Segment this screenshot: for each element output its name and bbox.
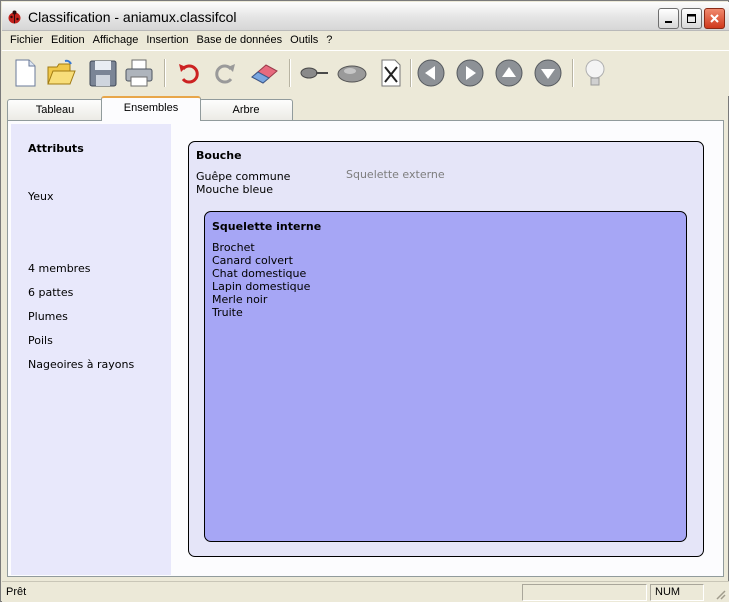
undo-button[interactable] <box>172 55 206 91</box>
set-member[interactable]: Guêpe commune <box>196 170 290 183</box>
eraser-icon <box>251 64 278 84</box>
set-member[interactable]: Lapin domestique <box>212 280 310 293</box>
tab-arbre[interactable]: Arbre <box>199 99 293 120</box>
arrow-up-icon <box>495 59 523 87</box>
undo-icon <box>179 64 199 84</box>
menu-base-de-donnees[interactable]: Base de données <box>193 31 287 50</box>
set-member[interactable]: Truite <box>212 306 243 319</box>
menu-fichier[interactable]: Fichier <box>6 31 47 50</box>
toolbar <box>2 50 729 96</box>
menu-edition[interactable]: Edition <box>47 31 89 50</box>
set-member[interactable]: Brochet <box>212 241 255 254</box>
pin-icon <box>300 67 328 79</box>
new-button[interactable] <box>8 55 42 91</box>
open-folder-icon <box>47 59 76 85</box>
new-document-icon <box>15 59 36 87</box>
stone-icon <box>337 65 367 83</box>
attribute-6-pattes[interactable]: 6 pattes <box>28 286 73 299</box>
menu-affichage[interactable]: Affichage <box>89 31 143 50</box>
status-num-indicator: NUM <box>650 584 704 601</box>
save-button[interactable] <box>86 55 120 91</box>
attribute-nageoires[interactable]: Nageoires à rayons <box>28 358 134 371</box>
set-member[interactable]: Merle noir <box>212 293 267 306</box>
toolbar-separator <box>164 59 166 87</box>
arrow-down-button[interactable] <box>531 55 565 91</box>
toolbar-separator <box>572 59 574 87</box>
minimize-icon <box>665 21 672 23</box>
application-window: Classification - aniamux.classifcol Fich… <box>0 0 729 602</box>
set-bouche-title: Bouche <box>196 149 242 162</box>
redo-button[interactable] <box>208 55 242 91</box>
arrow-left-icon <box>417 59 445 87</box>
tab-tableau[interactable]: Tableau <box>7 99 103 120</box>
arrow-up-button[interactable] <box>492 55 526 91</box>
status-pane-empty <box>522 584 647 601</box>
arrow-right-icon <box>456 59 484 87</box>
arrow-down-icon <box>534 59 562 87</box>
status-bar: Prêt NUM <box>2 581 729 602</box>
set-member[interactable]: Mouche bleue <box>196 183 273 196</box>
tab-strip: Tableau Ensembles Arbre <box>2 96 729 121</box>
attribute-poils[interactable]: Poils <box>28 334 53 347</box>
title-bar[interactable]: Classification - aniamux.classifcol <box>2 2 729 31</box>
ladybug-app-icon <box>8 10 21 24</box>
delete-button[interactable] <box>374 55 408 91</box>
close-icon <box>710 14 719 23</box>
delete-x-icon <box>381 59 401 87</box>
print-button[interactable] <box>122 55 156 91</box>
set-squelette-interne-title: Squelette interne <box>212 220 322 233</box>
window-title: Classification - aniamux.classifcol <box>28 9 237 25</box>
tab-ensembles[interactable]: Ensembles <box>101 96 201 121</box>
ensembles-view: Attributs Yeux 4 membres 6 pattes Plumes… <box>7 120 724 577</box>
eraser-button[interactable] <box>247 55 281 91</box>
status-text: Prêt <box>6 586 27 598</box>
menu-insertion[interactable]: Insertion <box>142 31 192 50</box>
set-member[interactable]: Chat domestique <box>212 267 306 280</box>
attribute-yeux[interactable]: Yeux <box>28 190 54 203</box>
close-button[interactable] <box>704 8 725 29</box>
arrow-right-button[interactable] <box>453 55 487 91</box>
attributes-header: Attributs <box>28 142 84 155</box>
attributes-panel: Attributs Yeux 4 membres 6 pattes Plumes… <box>11 124 171 575</box>
arrow-left-button[interactable] <box>414 55 448 91</box>
lightbulb-button[interactable] <box>578 55 612 91</box>
maximize-button[interactable] <box>681 8 702 29</box>
print-icon <box>125 59 153 87</box>
maximize-icon <box>687 14 696 23</box>
pin-button[interactable] <box>297 55 331 91</box>
resize-grip-icon[interactable] <box>714 588 726 600</box>
toolbar-separator <box>410 59 412 87</box>
menu-outils[interactable]: Outils <box>286 31 322 50</box>
save-floppy-icon <box>89 60 117 87</box>
menu-help[interactable]: ? <box>322 31 336 50</box>
minimize-button[interactable] <box>658 8 679 29</box>
attribute-plumes[interactable]: Plumes <box>28 310 68 323</box>
redo-icon <box>215 64 235 84</box>
open-button[interactable] <box>44 55 78 91</box>
stone-button[interactable] <box>335 55 369 91</box>
set-member[interactable]: Canard colvert <box>212 254 293 267</box>
menu-bar: Fichier Edition Affichage Insertion Base… <box>2 31 729 50</box>
lightbulb-icon <box>585 59 605 86</box>
toolbar-separator <box>289 59 291 87</box>
attribute-4-membres[interactable]: 4 membres <box>28 262 90 275</box>
empty-set-label[interactable]: Squelette externe <box>346 168 445 181</box>
